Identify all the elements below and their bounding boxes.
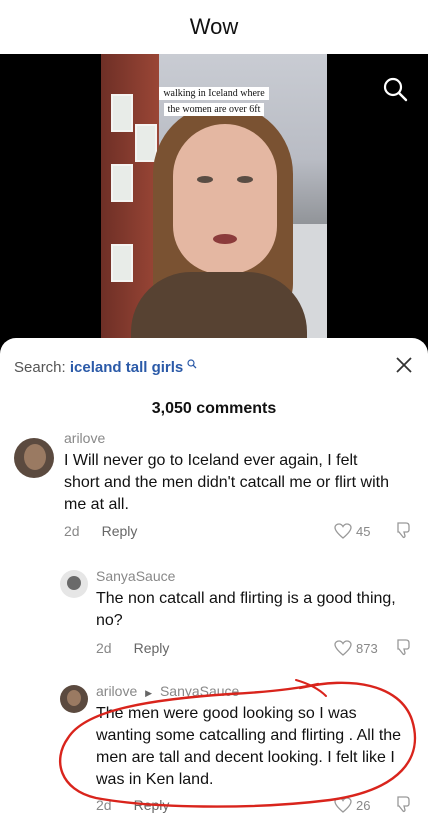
comment-age: 2d — [64, 523, 80, 539]
reply-button[interactable]: Reply — [134, 797, 170, 813]
comment-username-line: arilove ▶ SanyaSauce — [96, 683, 239, 699]
comment-reply: arilove ▶ SanyaSauce The men were good l… — [0, 683, 428, 813]
heart-icon[interactable] — [334, 797, 352, 813]
video-caption: walking in Iceland where the women are o… — [101, 86, 327, 118]
reply-to-username[interactable]: SanyaSauce — [160, 683, 239, 699]
comment-username[interactable]: SanyaSauce — [96, 568, 175, 584]
comments-sheet: Search: iceland tall girls 3,050 comment… — [0, 338, 428, 819]
comment-username[interactable]: arilove — [96, 683, 137, 699]
comment-age: 2d — [96, 797, 112, 813]
video-player[interactable]: walking in Iceland where the women are o… — [0, 54, 428, 354]
like-count: 26 — [356, 798, 371, 813]
search-prefix: Search: — [14, 359, 66, 376]
comment-age: 2d — [96, 640, 112, 656]
reply-button[interactable]: Reply — [134, 640, 170, 656]
comment: arilove I Will never go to Iceland ever … — [0, 430, 428, 545]
dislike-icon[interactable] — [394, 795, 412, 813]
heart-icon[interactable] — [334, 523, 352, 539]
search-small-icon — [187, 359, 197, 369]
comment-text: The men were good looking so I was wanti… — [96, 705, 402, 788]
search-query[interactable]: iceland tall girls — [70, 359, 183, 376]
comment-meta: 2d Reply — [96, 797, 169, 813]
video-thumbnail[interactable]: walking in Iceland where the women are o… — [101, 54, 327, 354]
heart-icon[interactable] — [334, 640, 352, 656]
dislike-icon[interactable] — [394, 638, 412, 656]
like-count: 45 — [356, 524, 371, 539]
meme-title: Wow — [189, 14, 239, 39]
avatar[interactable] — [14, 438, 54, 478]
comment-text: I Will never go to Iceland ever again, I… — [64, 452, 389, 513]
comment-username[interactable]: arilove — [64, 430, 105, 446]
comment-meta: 2d Reply — [96, 640, 169, 656]
person-face — [173, 124, 277, 274]
video-caption-line2: the women are over 6ft — [163, 103, 265, 116]
search-suggestion[interactable]: Search: iceland tall girls — [14, 359, 197, 376]
reply-arrow-icon: ▶ — [145, 688, 153, 698]
search-icon[interactable] — [382, 76, 408, 102]
reply-button[interactable]: Reply — [102, 523, 138, 539]
comment-text: The non catcall and flirting is a good t… — [96, 590, 396, 629]
avatar[interactable] — [60, 570, 88, 598]
like-count: 873 — [356, 641, 378, 656]
comments-count: 3,050 comments — [151, 400, 277, 417]
comment-reply: SanyaSauce The non catcall and flirting … — [0, 568, 428, 663]
close-icon[interactable] — [395, 356, 413, 374]
comment-meta: 2d Reply — [64, 523, 137, 539]
dislike-icon[interactable] — [394, 521, 412, 539]
video-caption-line1: walking in Iceland where — [159, 87, 269, 100]
avatar[interactable] — [60, 685, 88, 713]
